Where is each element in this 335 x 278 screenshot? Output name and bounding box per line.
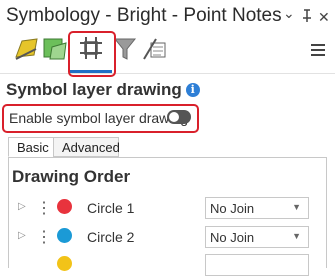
- vary-symbology-icon[interactable]: [40, 33, 70, 63]
- pane-title: Symbology - Bright - Point Notes: [6, 5, 282, 26]
- expand-triangle-icon[interactable]: ▷: [18, 230, 26, 241]
- enable-symbol-layer-drawing-toggle[interactable]: [167, 110, 191, 124]
- circle-swatch-icon: [57, 199, 72, 214]
- heading-text: Symbol layer drawing: [6, 80, 182, 99]
- list-item[interactable]: [0, 254, 335, 278]
- circle-swatch-icon: [57, 256, 72, 271]
- symbol-layer-name: Circle 2: [87, 229, 135, 245]
- drag-handle-icon[interactable]: ⋮: [36, 227, 52, 247]
- hamburger-menu-icon[interactable]: [311, 44, 325, 59]
- label-classes-icon[interactable]: [140, 33, 170, 63]
- circle-swatch-icon: [57, 228, 72, 243]
- join-select[interactable]: No Join ▼: [205, 226, 309, 248]
- enable-symbol-layer-drawing-label: Enable symbol layer drawing: [9, 110, 188, 126]
- primary-symbology-icon[interactable]: [12, 33, 42, 63]
- expand-triangle-icon[interactable]: ▷: [18, 201, 26, 212]
- chevron-down-icon: ▼: [292, 202, 301, 212]
- info-icon[interactable]: i: [185, 83, 200, 97]
- tab-basic[interactable]: Basic: [8, 137, 54, 157]
- close-icon[interactable]: ✕: [318, 9, 330, 26]
- list-item[interactable]: ▷ ⋮ Circle 1 No Join ▼: [0, 197, 335, 221]
- symbol-layer-drawing-heading: Symbol layer drawing i: [6, 80, 200, 100]
- chevron-down-icon: ▼: [292, 231, 301, 241]
- join-select[interactable]: No Join ▼: [205, 197, 309, 219]
- drag-handle-icon[interactable]: ⋮: [36, 198, 52, 218]
- list-item[interactable]: ▷ ⋮ Circle 2 No Join ▼: [0, 226, 335, 250]
- tab-advanced[interactable]: Advanced: [53, 137, 120, 157]
- join-select[interactable]: [205, 254, 309, 276]
- symbol-layer-name: Circle 1: [87, 200, 135, 216]
- join-select-value: No Join: [210, 230, 255, 245]
- toolbar-divider: [0, 73, 335, 74]
- drawing-order-heading: Drawing Order: [12, 167, 131, 186]
- chevron-down-icon[interactable]: ⌄: [283, 5, 295, 22]
- pin-icon[interactable]: [301, 9, 313, 26]
- join-select-value: No Join: [210, 201, 255, 216]
- symbol-layers-highlight-box: [68, 31, 116, 77]
